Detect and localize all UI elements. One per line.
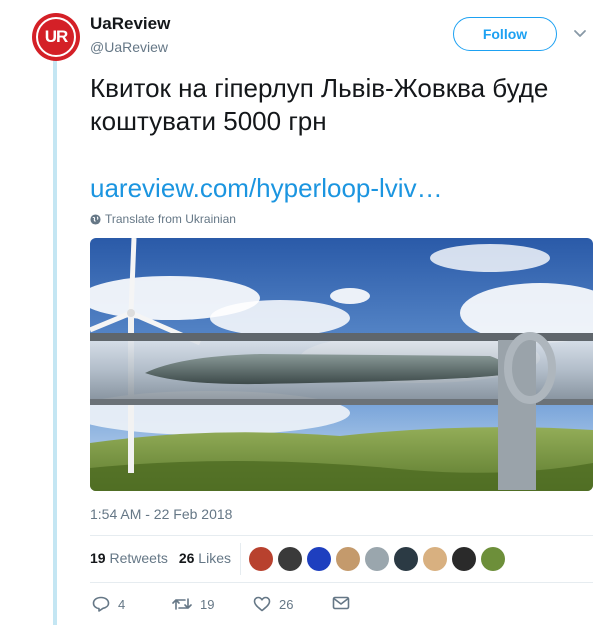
tweet-timestamp[interactable]: 1:54 AM - 22 Feb 2018 [90,506,232,522]
likes-label: Likes [198,550,231,566]
heart-icon [253,596,271,612]
like-count: 26 [279,596,294,612]
tweet-text-line: коштувати 5000 грн [90,106,327,136]
liker-avatar[interactable] [365,547,389,571]
likes-stat[interactable]: 26 Likes [179,550,231,566]
reply-button[interactable]: 4 [92,596,125,612]
avatar[interactable]: UR [32,13,80,61]
liker-avatar[interactable] [481,547,505,571]
reply-icon [92,596,110,612]
envelope-icon [332,596,350,610]
reply-count: 4 [118,596,126,612]
translate-label: Translate from Ukrainian [105,212,236,226]
avatar-logo: UR [36,17,76,57]
likes-count: 26 [178,550,195,566]
retweet-button[interactable]: 19 [172,596,214,612]
like-button[interactable]: 26 [253,596,293,612]
liker-avatar[interactable] [307,547,331,571]
stats-separator [240,543,241,575]
liker-avatar[interactable] [452,547,476,571]
thread-line [53,60,57,625]
retweets-count: 19 [90,550,106,566]
retweet-count: 19 [200,596,215,612]
liker-avatar[interactable] [278,547,302,571]
liker-avatar[interactable] [336,547,360,571]
divider [90,535,593,536]
liker-avatars [249,547,505,571]
tweet-link[interactable]: uareview.com/hyperloop-lviv… [90,173,443,204]
tweet-stats: 19 Retweets 26 Likes [90,550,231,566]
user-handle[interactable]: @UaReview [90,39,168,55]
user-name[interactable]: UaReview [90,14,170,34]
translate-link[interactable]: Translate from Ukrainian [90,212,236,226]
liker-avatar[interactable] [423,547,447,571]
tweet-text-line: Квиток на гіперлуп Львів-Жовква буде [90,73,549,103]
direct-message-button[interactable] [332,596,350,610]
retweets-stat[interactable]: 19 Retweets [90,550,168,566]
retweets-label: Retweets [109,550,168,566]
follow-button[interactable]: Follow [453,17,557,51]
tweet-text: Квиток на гіперлуп Львів-Жовква буде кош… [90,72,590,138]
liker-avatar[interactable] [394,547,418,571]
retweet-icon [172,598,192,610]
chevron-down-icon[interactable] [573,26,587,40]
liker-avatar[interactable] [249,547,273,571]
globe-icon [90,213,101,225]
tweet-image[interactable] [90,238,593,491]
divider [90,582,593,583]
